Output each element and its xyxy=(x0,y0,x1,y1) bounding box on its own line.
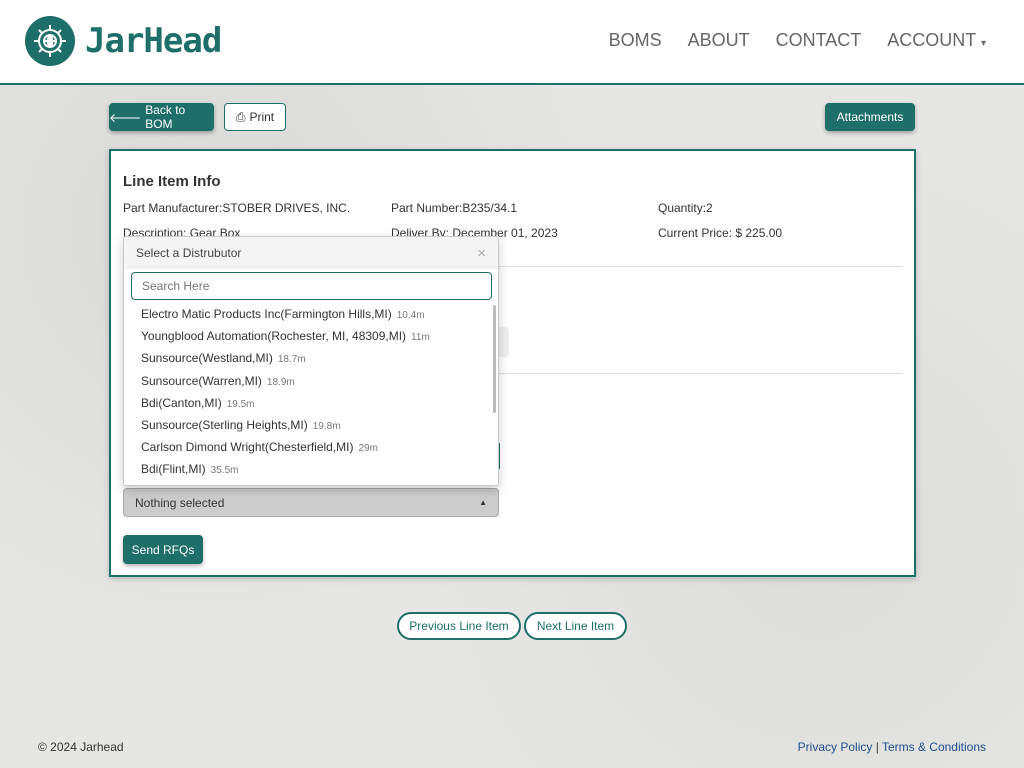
list-item[interactable]: Electro Matic Products Inc(Farmington Hi… xyxy=(124,303,498,325)
attachments-button[interactable]: Attachments xyxy=(825,103,915,131)
item-distance: 10.4m xyxy=(396,310,425,321)
brand-name: JarHead xyxy=(85,21,222,61)
list-item[interactable]: Sunsource(Westland,MI) 18.7m xyxy=(124,347,498,369)
caret-up-icon: ▲ xyxy=(479,498,487,507)
next-line-item-button[interactable]: Next Line Item xyxy=(524,612,627,640)
item-distance: 29m xyxy=(358,443,378,455)
item-name: Bdi(Flint,MI) xyxy=(141,462,206,477)
back-label: Back to BOM xyxy=(145,103,186,131)
distributor-select[interactable]: Nothing selected ▲ xyxy=(123,488,499,517)
send-rfqs-button[interactable]: Send RFQs xyxy=(123,535,203,564)
quantity: Quantity:2 xyxy=(658,201,713,215)
back-to-bom-button[interactable]: 🡐 Back to BOM xyxy=(109,103,214,131)
item-distance: 18.7m xyxy=(277,354,306,366)
privacy-policy-link[interactable]: Privacy Policy xyxy=(798,740,873,754)
attachments-label: Attachments xyxy=(836,110,904,124)
previous-line-item-button[interactable]: Previous Line Item xyxy=(397,612,521,640)
close-icon[interactable]: × xyxy=(477,245,486,262)
manufacturer: Part Manufacturer:STOBER DRIVES, INC. xyxy=(123,201,351,215)
item-distance: 19.8m xyxy=(312,420,341,432)
select-value: Nothing selected xyxy=(135,495,225,510)
list-item[interactable]: Youngblood Automation(Rochester, MI, 483… xyxy=(124,325,498,347)
main-nav: BOMS ABOUT CONTACT ACCOUNT ▾ xyxy=(609,30,986,51)
distributor-search-input[interactable] xyxy=(131,272,492,300)
nav-account[interactable]: ACCOUNT ▾ xyxy=(887,30,986,51)
item-distance: 18.9m xyxy=(266,376,295,388)
scrollbar[interactable] xyxy=(493,305,496,413)
item-name: Sunsource(Sterling Heights,MI) xyxy=(141,417,308,432)
dropdown-header: Select a Distrubutor × xyxy=(124,237,498,269)
item-distance: 19.5m xyxy=(226,398,255,410)
header: JarHead BOMS ABOUT CONTACT ACCOUNT ▾ xyxy=(0,0,1024,85)
next-label: Next Line Item xyxy=(536,619,615,633)
list-item[interactable]: Bdi(Canton,MI) 19.5m xyxy=(124,392,498,414)
list-item[interactable]: Carlson Dimond Wright(Chesterfield,MI) 29… xyxy=(124,436,498,458)
item-name: Youngblood Automation(Rochester, MI, 483… xyxy=(141,329,407,344)
nav-contact[interactable]: CONTACT xyxy=(776,30,862,51)
separator: | xyxy=(875,740,879,754)
nav-account-label: ACCOUNT xyxy=(887,30,976,50)
caret-down-icon: ▾ xyxy=(980,38,986,49)
print-label: Print xyxy=(249,110,275,124)
logo[interactable]: JarHead xyxy=(25,16,222,66)
item-name: Bdi(Canton,MI) xyxy=(141,395,222,410)
item-distance: 35.5m xyxy=(210,465,239,477)
printer-icon: ⎙ xyxy=(235,109,246,124)
card-title: Line Item Info xyxy=(123,173,221,190)
copyright: © 2024 Jarhead xyxy=(38,740,124,754)
dropdown-title: Select a Distrubutor xyxy=(136,246,242,260)
item-distance: 11m xyxy=(411,332,430,344)
item-name: Electro Matic Products Inc(Farmington Hi… xyxy=(141,307,392,321)
part-number: Part Number:B235/34.1 xyxy=(391,201,518,215)
nav-about[interactable]: ABOUT xyxy=(688,30,750,51)
item-name: Sunsource(Westland,MI) xyxy=(141,351,273,366)
list-item[interactable]: Sunsource(Sterling Heights,MI) 19.8m xyxy=(124,414,498,436)
item-name: Sunsource(Warren,MI) xyxy=(141,373,262,388)
gear-globe-icon xyxy=(25,16,75,66)
arrow-left-icon: 🡐 xyxy=(109,110,142,125)
distributor-list: Electro Matic Products Inc(Farmington Hi… xyxy=(124,303,498,481)
nav-boms[interactable]: BOMS xyxy=(609,30,662,51)
previous-label: Previous Line Item xyxy=(409,619,509,633)
print-button[interactable]: ⎙ Print xyxy=(224,103,286,131)
list-item[interactable]: Sunsource(Warren,MI) 18.9m xyxy=(124,370,498,392)
distributor-dropdown: Select a Distrubutor × Electro Matic Pro… xyxy=(123,236,499,486)
list-item[interactable]: Bdi(Flint,MI) 35.5m xyxy=(124,458,498,480)
send-rfqs-label: Send RFQs xyxy=(131,542,195,557)
terms-link[interactable]: Terms & Conditions xyxy=(882,740,986,754)
item-name: Carlson Dimond Wright(Chesterfield,MI) xyxy=(141,440,354,455)
current-price: Current Price: $ 225.00 xyxy=(658,226,783,240)
